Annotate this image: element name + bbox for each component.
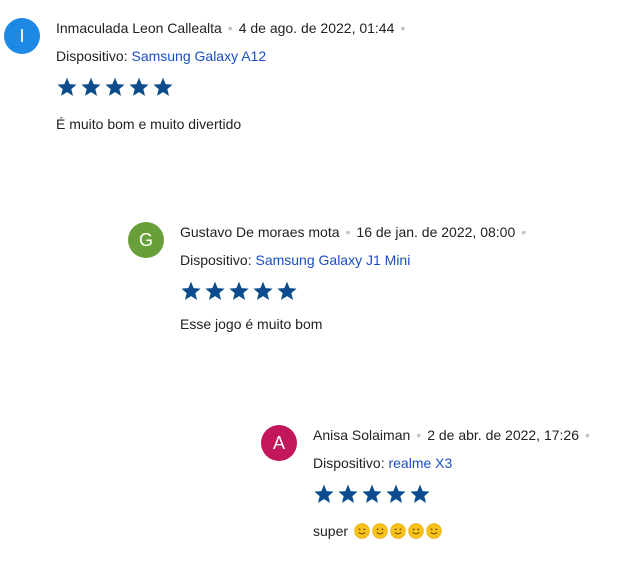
review-text: super <box>313 521 596 541</box>
review-date: 2 de abr. de 2022, 17:26 <box>427 427 579 443</box>
review-meta: Inmaculada Leon Callealta • 4 de ago. de 2… <box>56 18 411 38</box>
separator-dot: • <box>227 20 233 36</box>
slightly-smiling-face-icon <box>408 523 424 539</box>
star-icon <box>57 77 77 96</box>
separator-dot: • <box>585 427 590 443</box>
separator-dot: • <box>416 427 422 443</box>
device-label: Dispositivo: <box>180 252 252 268</box>
review-meta: Anisa Solaiman • 2 de abr. de 2022, 17:26 • <box>313 425 596 445</box>
device-line: Dispositivo: Samsung Galaxy A12 <box>56 46 411 66</box>
star-rating <box>56 76 411 104</box>
star-icon <box>229 281 249 300</box>
review-text-content: super <box>313 523 349 539</box>
separator-dot: • <box>400 20 406 36</box>
star-icon <box>410 484 430 503</box>
star-icon <box>81 77 101 96</box>
slightly-smiling-face-icon <box>372 523 388 539</box>
review-text: Esse jogo é muito bom <box>180 316 323 332</box>
slightly-smiling-face-icon <box>390 523 406 539</box>
slightly-smiling-face-icon <box>426 523 442 539</box>
star-icon <box>362 484 382 503</box>
device-link[interactable]: Samsung Galaxy J1 Mini <box>255 252 410 268</box>
device-link[interactable]: realme X3 <box>388 455 452 471</box>
author-name: Inmaculada Leon Callealta <box>56 20 222 36</box>
review-meta: Gustavo De moraes mota • 16 de jan. de 202… <box>180 222 532 242</box>
star-icon <box>277 281 297 300</box>
star-rating <box>180 280 532 308</box>
device-label: Dispositivo: <box>56 48 128 64</box>
slightly-smiling-face-icon <box>354 523 370 539</box>
avatar: I <box>4 18 40 54</box>
star-icon <box>153 77 173 96</box>
review-date: 4 de ago. de 2022, 01:44 <box>238 20 395 36</box>
separator-dot: • <box>521 224 527 240</box>
review-date: 16 de jan. de 2022, 08:00 <box>356 224 516 240</box>
star-icon <box>253 281 273 300</box>
star-icon <box>181 281 201 300</box>
device-line: Dispositivo: Samsung Galaxy J1 Mini <box>180 250 532 270</box>
author-name: Anisa Solaiman <box>313 427 411 443</box>
star-icon <box>314 484 334 503</box>
device-line: Dispositivo: realme X3 <box>313 453 596 473</box>
star-icon <box>129 77 149 96</box>
star-icon <box>386 484 406 503</box>
device-label: Dispositivo: <box>313 455 385 471</box>
device-link[interactable]: Samsung Galaxy A12 <box>131 48 266 64</box>
avatar: A <box>261 425 297 461</box>
author-name: Gustavo De moraes mota <box>180 224 340 240</box>
star-icon <box>105 77 125 96</box>
star-icon <box>205 281 225 300</box>
emoji-row <box>352 523 442 539</box>
avatar: G <box>128 222 164 258</box>
separator-dot: • <box>345 224 351 240</box>
star-icon <box>338 484 358 503</box>
review-text: É muito bom e muito divertido <box>56 116 242 132</box>
star-rating <box>313 483 596 511</box>
